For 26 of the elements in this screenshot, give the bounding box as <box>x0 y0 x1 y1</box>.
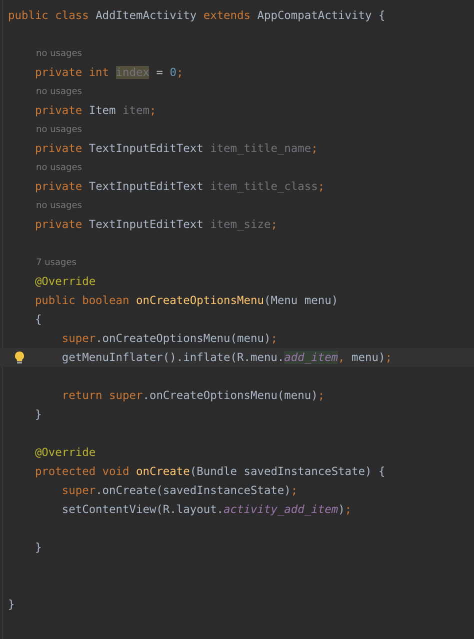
code-line: @Override <box>34 445 96 461</box>
code-line: setContentView(R.layout.activity_add_item); <box>60 502 352 518</box>
code-line: private int index = 0; <box>34 65 184 81</box>
code-line: private Item item; <box>34 103 156 119</box>
code-line: protected void onCreate(Bundle savedInstanceState) { <box>34 464 386 480</box>
code-line: private TextInputEditText item_size; <box>34 217 278 233</box>
usage-hint[interactable]: no usages <box>36 162 82 172</box>
code-line: super.onCreateOptionsMenu(menu); <box>60 331 278 347</box>
code-line: getMenuInflater().inflate(R.menu.add_item, menu); <box>60 350 392 366</box>
code-line: private TextInputEditText item_title_name; <box>34 141 318 157</box>
code-line: @Override <box>34 274 96 290</box>
code-line: public boolean onCreateOptionsMenu(Menu menu) <box>34 293 338 309</box>
lightbulb-icon[interactable] <box>14 351 25 364</box>
code-line: super.onCreate(savedInstanceState); <box>60 483 298 499</box>
usage-hint[interactable]: no usages <box>36 86 82 96</box>
code-line: private TextInputEditText item_title_class; <box>34 179 325 195</box>
code-line: { <box>34 312 42 328</box>
code-line: return super.onCreateOptionsMenu(menu); <box>60 388 325 404</box>
usage-hint[interactable]: no usages <box>36 48 82 58</box>
usage-hint[interactable]: no usages <box>36 200 82 210</box>
code-line: public class AddItemActivity extends AppCompatActivity { <box>8 8 386 24</box>
code-line: } <box>34 540 42 556</box>
usage-hint[interactable]: no usages <box>36 124 82 134</box>
code-line: } <box>34 407 42 423</box>
code-line: } <box>8 597 15 613</box>
usage-hint[interactable]: 7 usages <box>36 258 76 268</box>
